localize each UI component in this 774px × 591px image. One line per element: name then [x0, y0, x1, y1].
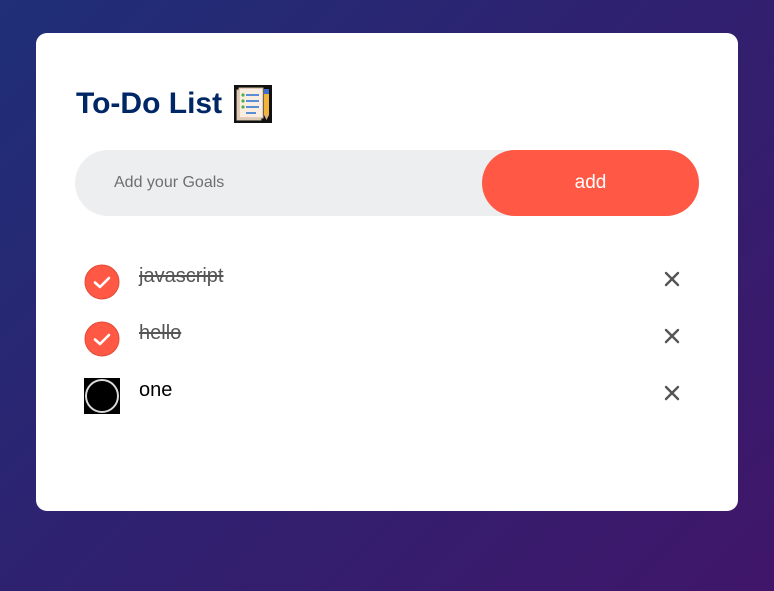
close-icon[interactable] [662, 326, 682, 346]
task-list: javascript hello one [84, 258, 684, 429]
close-icon[interactable] [662, 383, 682, 403]
todo-card: To-Do List add [36, 33, 738, 511]
task-label: one [139, 379, 173, 401]
task-item[interactable]: hello [84, 315, 684, 372]
add-button[interactable]: add [482, 150, 699, 216]
notepad-checklist-icon [234, 85, 273, 123]
task-item[interactable]: one [84, 372, 684, 429]
page-title: To-Do List [76, 87, 223, 120]
checked-circle-icon[interactable] [84, 321, 120, 357]
task-label: hello [139, 322, 182, 344]
add-goal-row: add [75, 149, 699, 217]
task-label: javascript [139, 265, 224, 287]
task-item[interactable]: javascript [84, 258, 684, 315]
close-icon[interactable] [662, 269, 682, 289]
unchecked-circle-icon[interactable] [84, 378, 120, 414]
goal-input[interactable] [75, 149, 482, 217]
checked-circle-icon[interactable] [84, 264, 120, 300]
title-row: To-Do List [76, 85, 273, 123]
